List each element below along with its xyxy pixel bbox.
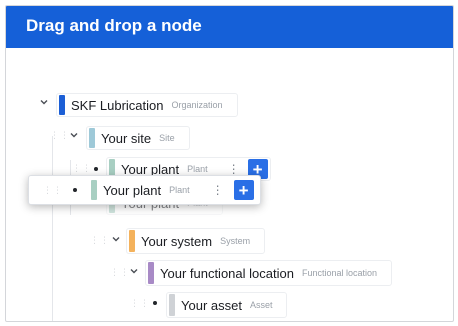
node-name: SKF Lubrication (71, 97, 164, 113)
more-options-icon[interactable]: ⋮ (212, 184, 224, 196)
drag-handle-icon[interactable]: ⋮⋮ (50, 130, 70, 140)
chevron-down-icon[interactable] (130, 267, 138, 275)
node-type: Site (159, 133, 175, 143)
node-type: Plant (169, 185, 190, 195)
node-color-bar (89, 128, 95, 148)
drag-handle-icon[interactable]: ⋮⋮ (110, 267, 130, 277)
tree-node-system[interactable]: Your system System (126, 228, 266, 254)
tree-node-functional-location[interactable]: Your functional location Functional loca… (145, 260, 392, 286)
chevron-down-icon[interactable] (40, 98, 48, 106)
drag-handle-icon[interactable]: ⋮⋮ (72, 163, 92, 173)
node-color-bar (129, 230, 135, 252)
node-name: Your system (141, 233, 213, 249)
drag-handle-icon[interactable]: ⋮⋮ (43, 185, 63, 195)
node-color-bar (148, 262, 154, 284)
node-type: Organization (171, 100, 223, 110)
node-color-bar (91, 180, 97, 200)
drag-handle-icon[interactable]: ⋮⋮ (90, 235, 110, 245)
drag-handle-icon[interactable]: ⋮⋮ (130, 298, 150, 308)
leaf-bullet-icon (73, 188, 77, 192)
node-color-bar (59, 95, 65, 115)
node-tree: SKF Lubrication Organization ⋮⋮ Your sit… (6, 48, 453, 321)
panel-title: Drag and drop a node (6, 6, 453, 48)
leaf-bullet-icon (153, 301, 157, 305)
tree-node-asset[interactable]: Your asset Asset (166, 292, 288, 318)
node-name: Your site (101, 130, 152, 146)
chevron-down-icon[interactable] (70, 131, 78, 139)
leaf-bullet-icon (94, 167, 98, 171)
tree-guide-line (52, 136, 53, 321)
node-type: Plant (187, 164, 208, 174)
more-options-icon[interactable]: ⋮ (228, 163, 240, 175)
node-name: Your functional location (160, 265, 294, 281)
chevron-down-icon[interactable] (112, 235, 120, 243)
node-color-bar (169, 294, 175, 316)
node-name: Your asset (181, 297, 242, 313)
node-type: Asset (249, 300, 273, 310)
drag-drop-panel: Drag and drop a node SKF Lubrication Org… (5, 5, 454, 322)
tree-node-site[interactable]: Your site Site (86, 126, 190, 150)
node-type: System (220, 236, 251, 246)
node-name: Your plant (103, 182, 162, 198)
dragged-node[interactable]: ⋮⋮ Your plant Plant ⋮ + (28, 175, 261, 205)
node-type: Functional location (301, 268, 377, 278)
tree-node-organization[interactable]: SKF Lubrication Organization (56, 93, 238, 117)
add-child-button[interactable]: + (233, 180, 254, 200)
